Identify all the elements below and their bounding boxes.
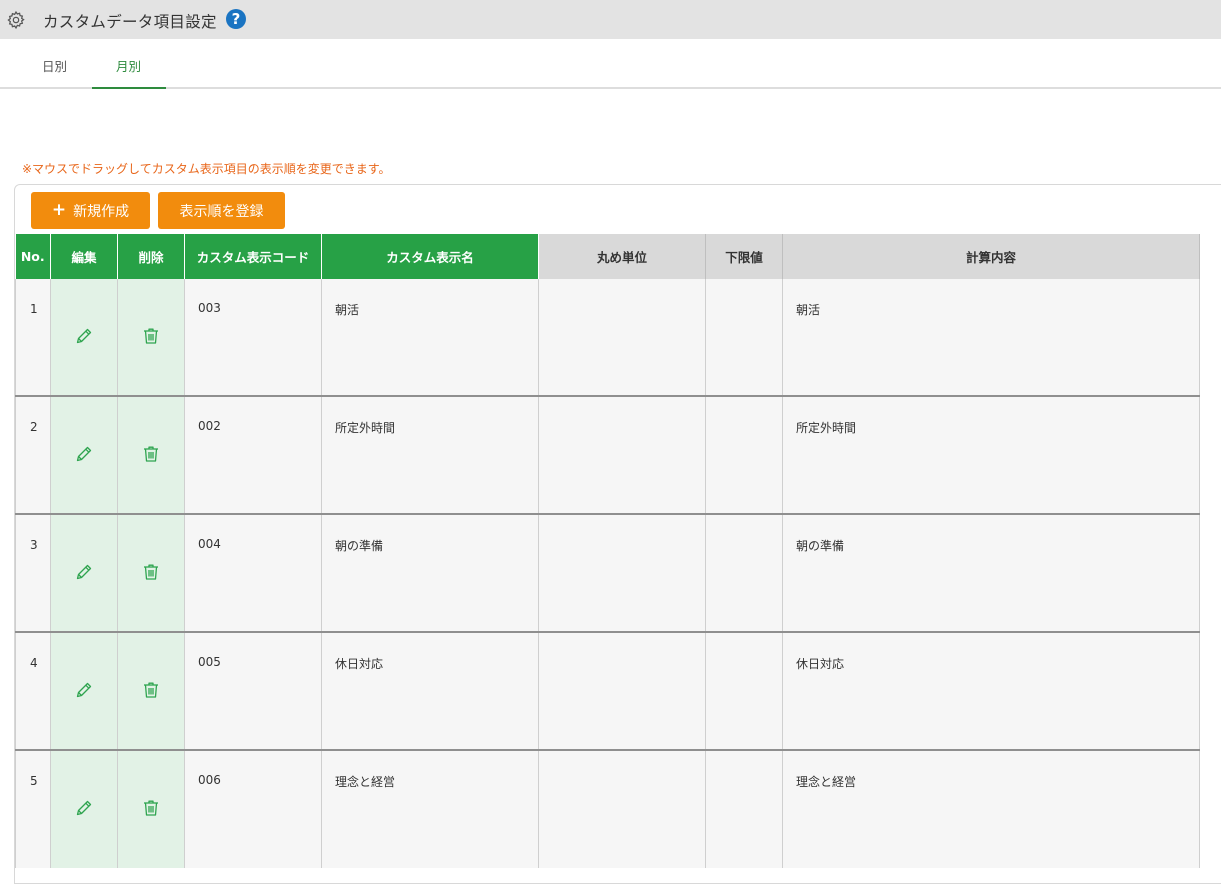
col-header-delete: 削除 <box>117 234 185 279</box>
calculation: 朝の準備 <box>782 513 1200 632</box>
custom-code: 003 <box>184 279 322 396</box>
row-number: 4 <box>15 631 51 750</box>
new-item-button[interactable]: + 新規作成 <box>31 192 150 229</box>
rounding-unit <box>538 279 706 396</box>
lower-limit <box>705 279 783 396</box>
custom-code: 002 <box>184 395 322 514</box>
trash-icon <box>141 564 161 585</box>
row-number: 5 <box>15 749 51 868</box>
custom-name: 朝活 <box>321 279 539 396</box>
custom-item-table: No. 編集 削除 カスタム表示コード カスタム表示名 丸め単位 下限値 計算内… <box>15 234 1200 868</box>
calculation: 休日対応 <box>782 631 1200 750</box>
edit-button[interactable] <box>50 513 118 632</box>
plus-icon: + <box>51 200 67 220</box>
rounding-unit <box>538 513 706 632</box>
title-bar: カスタムデータ項目設定 ? <box>0 0 1221 39</box>
gear-icon[interactable] <box>6 10 26 30</box>
table-row[interactable]: 1 003 朝活 朝活 <box>15 279 1200 396</box>
delete-button[interactable] <box>117 279 185 396</box>
trash-icon <box>141 682 161 703</box>
col-header-rounding: 丸め単位 <box>538 234 706 279</box>
table-row[interactable]: 4 005 休日対応 休日対応 <box>15 631 1200 750</box>
pencil-icon <box>74 446 94 467</box>
trash-icon <box>141 328 161 349</box>
custom-name: 理念と経営 <box>321 749 539 868</box>
pencil-icon <box>74 800 94 821</box>
col-header-no: No. <box>15 234 51 279</box>
delete-button[interactable] <box>117 395 185 514</box>
col-header-calc: 計算内容 <box>782 234 1200 279</box>
col-header-name[interactable]: カスタム表示名 <box>321 234 539 279</box>
lower-limit <box>705 395 783 514</box>
calculation: 理念と経営 <box>782 749 1200 868</box>
custom-code: 006 <box>184 749 322 868</box>
tab-daily[interactable]: 日別 <box>42 56 67 75</box>
pencil-icon <box>74 328 94 349</box>
edit-button[interactable] <box>50 395 118 514</box>
lower-limit <box>705 631 783 750</box>
table-row[interactable]: 5 006 理念と経営 理念と経営 <box>15 749 1200 868</box>
tab-monthly[interactable]: 月別 <box>116 56 141 75</box>
custom-name: 所定外時間 <box>321 395 539 514</box>
lower-limit <box>705 749 783 868</box>
edit-button[interactable] <box>50 749 118 868</box>
drag-notice: ※マウスでドラッグしてカスタム表示項目の表示順を変更できます。 <box>22 162 391 176</box>
calculation: 朝活 <box>782 279 1200 396</box>
row-number: 3 <box>15 513 51 632</box>
delete-button[interactable] <box>117 631 185 750</box>
edit-button[interactable] <box>50 631 118 750</box>
trash-icon <box>141 446 161 467</box>
pencil-icon <box>74 682 94 703</box>
new-item-label: 新規作成 <box>73 203 130 220</box>
custom-name: 朝の準備 <box>321 513 539 632</box>
col-header-code[interactable]: カスタム表示コード <box>184 234 322 279</box>
rounding-unit <box>538 631 706 750</box>
table-header-row: No. 編集 削除 カスタム表示コード カスタム表示名 丸め単位 下限値 計算内… <box>15 234 1200 279</box>
col-header-lower: 下限値 <box>705 234 783 279</box>
pencil-icon <box>74 564 94 585</box>
page-title: カスタムデータ項目設定 <box>43 13 217 31</box>
row-number: 1 <box>15 279 51 396</box>
save-order-button[interactable]: 表示順を登録 <box>158 192 285 229</box>
row-number: 2 <box>15 395 51 514</box>
custom-code: 005 <box>184 631 322 750</box>
lower-limit <box>705 513 783 632</box>
table-row[interactable]: 3 004 朝の準備 朝の準備 <box>15 513 1200 632</box>
rounding-unit <box>538 395 706 514</box>
edit-button[interactable] <box>50 279 118 396</box>
table-body: 1 003 朝活 朝活 2 002 所定外時間 所定外時間 3 004 朝の準備 朝の準備 4 005 休日… <box>15 279 1200 868</box>
help-icon[interactable]: ? <box>226 9 246 29</box>
delete-button[interactable] <box>117 513 185 632</box>
save-order-label: 表示順を登録 <box>179 203 264 220</box>
table-row[interactable]: 2 002 所定外時間 所定外時間 <box>15 395 1200 514</box>
custom-code: 004 <box>184 513 322 632</box>
trash-icon <box>141 800 161 821</box>
rounding-unit <box>538 749 706 868</box>
custom-name: 休日対応 <box>321 631 539 750</box>
col-header-edit: 編集 <box>50 234 118 279</box>
calculation: 所定外時間 <box>782 395 1200 514</box>
delete-button[interactable] <box>117 749 185 868</box>
active-tab-indicator <box>92 87 166 89</box>
tab-bar: 日別 月別 <box>0 39 1221 89</box>
